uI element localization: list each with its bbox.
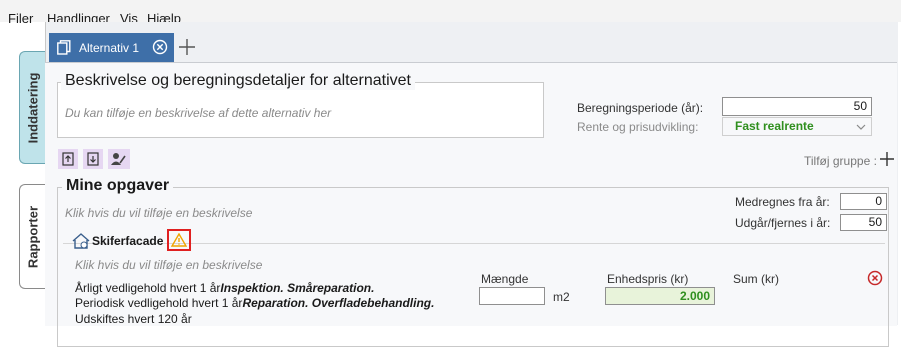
delete-circle-icon[interactable] xyxy=(867,270,883,286)
rate-label: Rente og prisudvikling: xyxy=(577,120,699,134)
tab-alternativ-1[interactable]: Alternativ 1 xyxy=(49,33,174,62)
rate-select-value: Fast realrente xyxy=(735,119,814,133)
upload-box-icon xyxy=(62,152,74,166)
tab-label: Alternativ 1 xyxy=(79,41,140,55)
expire-label: Udgår/fjernes i år: xyxy=(735,216,831,230)
price-label: Enhedspris (kr) xyxy=(607,272,689,286)
quantity-input[interactable] xyxy=(479,287,545,305)
item-line-2: Periodisk vedligehold hvert 1 årReparati… xyxy=(75,296,434,310)
tasks-title: Mine opgaver xyxy=(62,177,174,195)
export-button[interactable] xyxy=(83,149,103,169)
user-edit-button[interactable] xyxy=(108,149,130,169)
copy-icon xyxy=(57,40,71,55)
chevron-down-icon xyxy=(856,124,866,130)
item-line-2-emphasis: Reparation. Overfladebehandling. xyxy=(242,296,435,310)
add-group-plus-icon[interactable] xyxy=(879,151,895,167)
user-edit-icon xyxy=(111,153,126,165)
side-tab-rapporter[interactable]: Rapporter xyxy=(19,184,45,289)
sum-label: Sum (kr) xyxy=(733,272,779,286)
import-button[interactable] xyxy=(58,149,78,169)
menu-filer[interactable]: Filer xyxy=(8,11,33,26)
plus-icon[interactable] xyxy=(177,37,197,57)
item-line-1-emphasis: Inspektion. Småreparation. xyxy=(220,281,375,295)
item-placeholder[interactable]: Klik hvis du vil tilføje en beskrivelse xyxy=(75,258,262,272)
item-line-1: Årligt vedligehold hvert 1 årInspektion.… xyxy=(75,281,374,295)
menu-bar: Filer Handlinger Vis Hjælp xyxy=(0,0,901,26)
warning-icon xyxy=(171,233,187,247)
expire-input[interactable]: 50 xyxy=(840,214,887,231)
tasks-placeholder[interactable]: Klik hvis du vil tilføje en beskrivelse xyxy=(65,206,252,220)
item-line-1-prefix: Årligt vedligehold hvert 1 år xyxy=(75,281,221,295)
side-tab-rapporter-label: Rapporter xyxy=(25,205,40,268)
price-input[interactable]: 2.000 xyxy=(605,287,715,305)
tab-strip: Alternativ 1 xyxy=(46,22,898,62)
quantity-label: Mængde xyxy=(481,272,529,286)
side-tab-inddatering-label: Inddatering xyxy=(25,72,40,143)
warning-highlight[interactable] xyxy=(167,229,191,251)
rate-select[interactable]: Fast realrente xyxy=(722,117,872,136)
from-year-input[interactable]: 0 xyxy=(840,193,887,210)
description-placeholder[interactable]: Du kan tilføje en beskrivelse af dette a… xyxy=(65,106,331,120)
house-icon xyxy=(72,233,90,249)
item-name: Skiferfacade xyxy=(92,234,164,248)
item-line-3: Udskiftes hvert 120 år xyxy=(75,312,192,326)
item-line-2-prefix: Periodisk vedligehold hvert 1 år xyxy=(75,296,243,310)
description-title: Beskrivelse og beregningsdetaljer for al… xyxy=(61,72,415,90)
add-group-label[interactable]: Tilføj gruppe : xyxy=(804,154,877,168)
close-circle-icon[interactable] xyxy=(152,39,168,55)
unit-label: m2 xyxy=(553,290,570,304)
main-panel: Beskrivelse og beregningsdetaljer for al… xyxy=(45,62,897,347)
period-label: Beregningsperiode (år): xyxy=(577,101,704,115)
side-tab-inddatering[interactable]: Inddatering xyxy=(19,51,45,164)
from-year-label: Medregnes fra år: xyxy=(735,195,830,209)
download-box-icon xyxy=(87,152,99,166)
period-input[interactable]: 50 xyxy=(722,97,872,116)
